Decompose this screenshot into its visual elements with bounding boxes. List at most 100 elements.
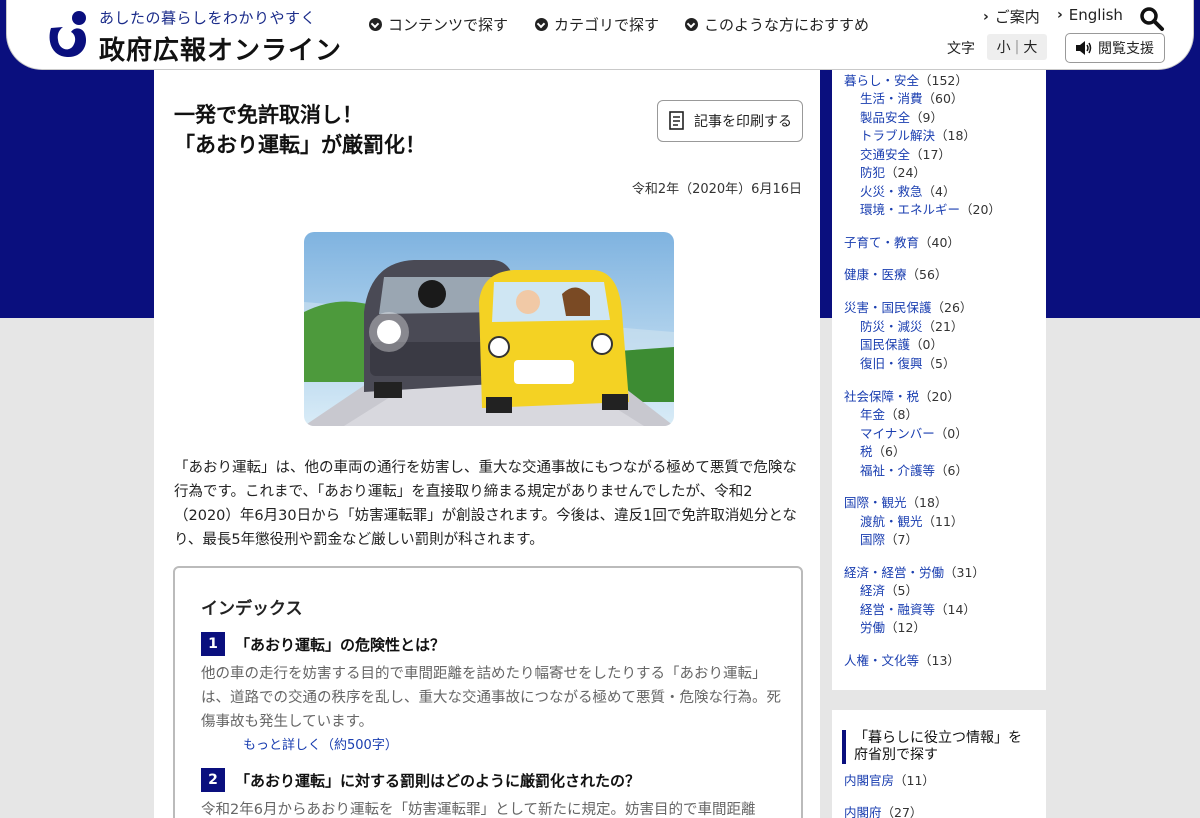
subcategory-link[interactable]: マイナンバー（0） <box>860 423 968 442</box>
print-article-button[interactable]: 記事を印刷する <box>657 100 803 142</box>
category-link[interactable]: 健康・医療（56） <box>844 264 947 283</box>
subcategory-label: 交通安全 <box>860 147 911 162</box>
subcategory-link[interactable]: 製品安全（9） <box>860 107 943 126</box>
chevron-circle-icon <box>535 18 548 31</box>
subcategory-link[interactable]: 福祉・介護等（6） <box>860 460 968 479</box>
category-label: 人権・文化等 <box>844 653 920 668</box>
english-link[interactable]: › English <box>1057 6 1123 24</box>
subcategory-label: 年金 <box>860 407 886 422</box>
ministry-link[interactable]: 内閣官房（11） <box>844 770 935 789</box>
category-link[interactable]: 暮らし・安全（152） <box>844 70 968 89</box>
category-link[interactable]: 人権・文化等（13） <box>844 650 960 669</box>
category-label: 健康・医療 <box>844 267 907 282</box>
nav-recommended[interactable]: このような方におすすめ <box>685 14 869 35</box>
subcategory-link[interactable]: 年金（8） <box>860 404 918 423</box>
subcategory-label: 経済 <box>860 583 886 598</box>
subcategory-count: （6） <box>872 444 906 459</box>
subcategory-label: トラブル解決 <box>860 128 936 143</box>
subcategory-link[interactable]: トラブル解決（18） <box>860 125 976 144</box>
subcategory-count: （7） <box>885 532 918 547</box>
accessibility-button[interactable]: 閲覧支援 <box>1065 33 1165 63</box>
category-link[interactable]: 国際・観光（18） <box>844 492 947 511</box>
category-label: 経済・経営・労働 <box>844 565 945 580</box>
chevron-right-icon: › <box>1057 7 1063 23</box>
subcategory-count: （9） <box>910 110 943 125</box>
font-size-label: 文字 <box>947 41 975 57</box>
subcategory-link[interactable]: 税（6） <box>860 441 905 460</box>
category-count: （13） <box>919 653 960 668</box>
site-name[interactable]: 政府広報オンライン <box>99 30 342 67</box>
subcategory-link[interactable]: 労働（12） <box>860 617 926 636</box>
subcategory-label: 防犯 <box>860 165 886 180</box>
category-link[interactable]: 経済・経営・労働（31） <box>844 562 985 581</box>
subcategory-link[interactable]: 経済（5） <box>860 580 918 599</box>
index-item-text: 他の車の走行を妨害する目的で車間距離を詰めたり幅寄せをしたりする「あおり運転」は… <box>201 666 781 730</box>
ministry-link[interactable]: 内閣府（27） <box>844 802 922 818</box>
category-count: （56） <box>906 267 948 282</box>
index-item-heading[interactable]: 「あおり運転」の危険性とは？ <box>235 634 445 655</box>
english-link-label: English <box>1068 6 1123 24</box>
chevron-right-icon: › <box>983 8 989 25</box>
index-number-badge: 1 <box>201 632 225 656</box>
subcategory-link[interactable]: 経営・融資等（14） <box>860 599 976 618</box>
index-box: インデックス 1 「あおり運転」の危険性とは？ 他の車の走行を妨害する目的で車間… <box>173 566 803 818</box>
guide-link[interactable]: › ご案内 <box>983 6 1040 27</box>
subcategory-link[interactable]: 交通安全（17） <box>860 144 951 163</box>
subcategory-link[interactable]: 火災・救急（4） <box>860 181 955 200</box>
subcategory-count: （24） <box>885 165 926 180</box>
nav-contents-label: コンテンツで探す <box>388 16 509 34</box>
category-count: （31） <box>944 565 985 580</box>
font-switch-divider: | <box>1014 39 1020 55</box>
category-link[interactable]: 社会保障・税（20） <box>844 386 960 405</box>
subcategory-count: （12） <box>885 620 926 635</box>
subcategory-link[interactable]: 防犯（24） <box>860 162 926 181</box>
road-rage-illustration <box>304 232 674 426</box>
subcategory-count: （5） <box>922 356 956 371</box>
article-title: 一発で免許取消し！ 「あおり運転」が厳罰化！ <box>174 100 426 160</box>
nav-categories[interactable]: カテゴリで探す <box>535 14 659 35</box>
subcategory-count: （60） <box>922 91 964 106</box>
site-tagline: あしたの暮らしをわかりやすく <box>99 9 317 27</box>
subcategory-link[interactable]: 復旧・復興（5） <box>860 353 955 372</box>
site-logo-icon[interactable] <box>45 10 91 60</box>
category-count: （40） <box>919 235 960 250</box>
guide-link-label: ご案内 <box>994 8 1040 26</box>
subcategory-link[interactable]: 国民保護（0） <box>860 334 943 353</box>
subcategory-label: 環境・エネルギー <box>860 202 961 217</box>
category-sidebar: 暮らし・安全（152） 生活・消費（60） 製品安全（9） トラブル解決（18）… <box>832 70 1046 690</box>
subcategory-count: （4） <box>922 184 956 199</box>
font-large-button[interactable]: 大 <box>1023 37 1037 57</box>
nav-contents[interactable]: コンテンツで探す <box>369 14 508 35</box>
index-more-link[interactable]: もっと詳しく（約500字） <box>243 734 398 753</box>
subcategory-count: （21） <box>922 319 964 334</box>
subcategory-link[interactable]: 国際（7） <box>860 529 918 548</box>
subcategory-link[interactable]: 渡航・観光（11） <box>860 511 963 530</box>
subcategory-link[interactable]: 防災・減災（21） <box>860 316 963 335</box>
category-count: （26） <box>931 300 973 315</box>
subcategory-label: 労働 <box>860 620 886 635</box>
publish-date: 令和2年（2020年）6月16日 <box>631 182 802 197</box>
document-print-icon <box>669 111 684 130</box>
category-link[interactable]: 災害・国民保護（26） <box>844 297 972 316</box>
subcategory-count: （0） <box>910 337 943 352</box>
subcategory-label: 防災・減災 <box>860 319 923 334</box>
font-small-button[interactable]: 小 <box>997 37 1011 57</box>
article-title-line-2: 「あおり運転」が厳罰化！ <box>174 133 426 157</box>
font-size-switch: 小 | 大 <box>987 34 1047 60</box>
category-link[interactable]: 子育て・教育（40） <box>844 232 960 251</box>
subcategory-link[interactable]: 環境・エネルギー（20） <box>860 199 1001 218</box>
subcategory-count: （6） <box>935 463 968 478</box>
article-title-line-1: 一発で免許取消し！ <box>174 103 363 127</box>
subcategory-count: （20） <box>960 202 1001 217</box>
search-icon[interactable] <box>1139 6 1165 32</box>
category-count: （20） <box>919 389 960 404</box>
nav-recommended-label: このような方におすすめ <box>704 16 870 34</box>
subcategory-link[interactable]: 生活・消費（60） <box>860 88 963 107</box>
subcategory-label: マイナンバー <box>860 426 935 441</box>
index-item-heading[interactable]: 「あおり運転」に対する罰則はどのように厳罰化されたの？ <box>235 770 640 791</box>
subcategory-label: 経営・融資等 <box>860 602 936 617</box>
subcategory-label: 復旧・復興 <box>860 356 923 371</box>
index-item-text: 令和2年6月からあおり運転を「妨害運転罪」として新たに規定。妨害目的で車間距離 <box>201 802 756 818</box>
chevron-circle-icon <box>685 18 698 31</box>
subcategory-label: 火災・救急 <box>860 184 923 199</box>
